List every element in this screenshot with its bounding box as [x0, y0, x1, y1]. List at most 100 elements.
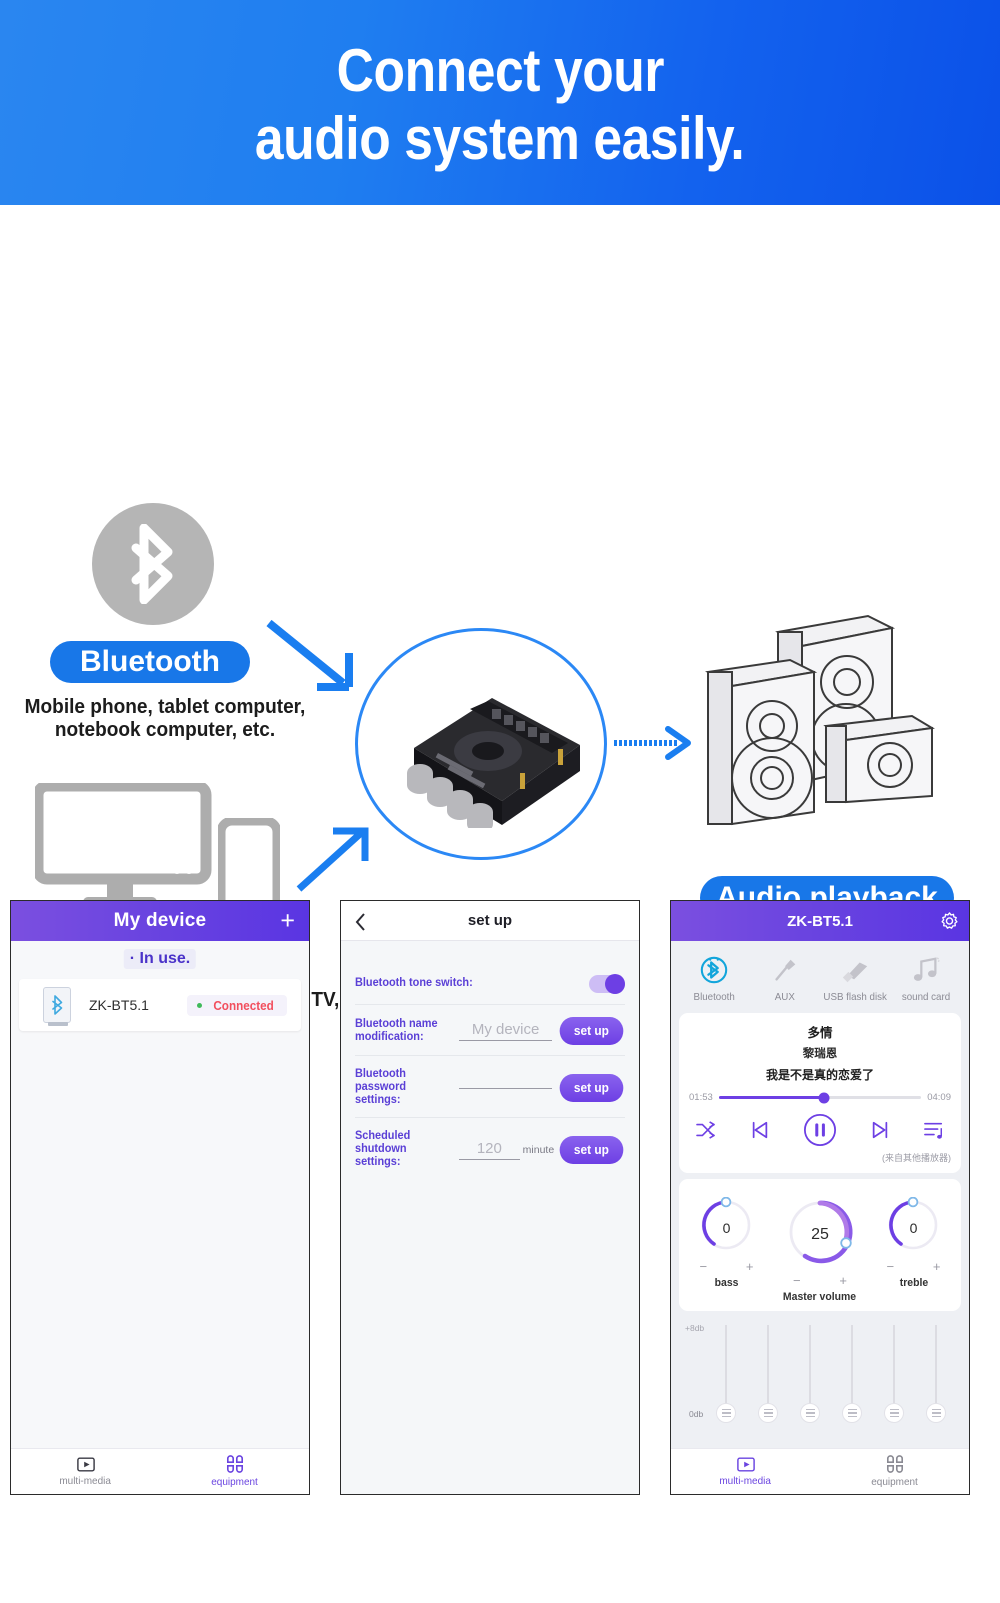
shutdown-unit-label: minute: [522, 1143, 555, 1156]
knob-bass-minus[interactable]: −: [699, 1259, 707, 1274]
setting-row-password: Bluetooth password settings: set up: [355, 1056, 625, 1118]
bluetooth-password-input[interactable]: [459, 1086, 553, 1089]
progress-row: 01:53 04:09: [689, 1092, 951, 1103]
usb-drive-icon: [843, 962, 868, 983]
knob-master-volume-dial[interactable]: 25: [785, 1197, 855, 1272]
source-bluetooth[interactable]: Bluetooth: [679, 955, 749, 1003]
knob-bass-value: 0: [722, 1219, 731, 1236]
page-title: My device: [113, 910, 207, 931]
grid-icon: [886, 1455, 903, 1473]
bluetooth-badge: Bluetooth: [50, 641, 250, 683]
equalizer-band-handle[interactable]: [926, 1403, 946, 1423]
equalizer-band[interactable]: [758, 1325, 778, 1423]
progress-slider[interactable]: [718, 1092, 922, 1103]
knob-treble[interactable]: 0 − + treble: [885, 1196, 941, 1289]
player-header: ZK-BT5.1: [671, 901, 969, 941]
next-icon[interactable]: [870, 1120, 890, 1140]
hero-banner: Connect your audio system easily.: [0, 0, 1000, 205]
in-use-section-label: · In use.: [123, 949, 197, 969]
equalizer-band[interactable]: [842, 1325, 862, 1423]
nav-label-equipment: equipment: [211, 1476, 258, 1488]
equalizer-bands: [683, 1325, 957, 1423]
setting-label-name-modification: Bluetooth name modification:: [355, 1018, 438, 1043]
knob-master-volume-minus[interactable]: −: [793, 1273, 801, 1288]
arrow-board-to-speakers-icon: [614, 726, 691, 760]
settings-list: Bluetooth tone switch: Bluetooth name mo…: [341, 941, 639, 1494]
source-sound-card[interactable]: sound card: [891, 955, 961, 1003]
equalizer-band[interactable]: [800, 1325, 820, 1423]
playlist-icon[interactable]: [923, 1120, 945, 1140]
setting-row-tone-switch: Bluetooth tone switch:: [355, 961, 625, 1005]
bluetooth-name-input[interactable]: My device: [459, 1021, 553, 1041]
device-name: ZK-BT5.1: [89, 997, 149, 1013]
set-up-password-button[interactable]: set up: [559, 1073, 624, 1102]
equalizer-band[interactable]: [926, 1325, 946, 1423]
knob-treble-label: treble: [899, 1277, 928, 1289]
source-usb[interactable]: USB flash disk: [820, 955, 890, 1003]
equalizer-band-handle[interactable]: [884, 1403, 904, 1423]
status-dot-icon: [196, 1002, 202, 1008]
equalizer-min-label: 0db: [689, 1409, 704, 1419]
knob-bass-plus[interactable]: +: [746, 1259, 754, 1274]
banner-headline-line1: Connect your: [336, 36, 664, 104]
song-subtitle: 我是不是真的恋爱了: [765, 1068, 874, 1082]
play-box-icon: [736, 1456, 755, 1472]
knob-treble-plus[interactable]: +: [933, 1259, 941, 1274]
nav-item-equipment[interactable]: equipment: [820, 1449, 969, 1494]
equalizer-band-handle[interactable]: [716, 1403, 736, 1423]
arrow-bluetooth-to-board-icon: [266, 619, 353, 691]
pause-icon[interactable]: [803, 1113, 837, 1147]
bluetooth-icon-circle: [92, 503, 214, 625]
knob-master-volume-label: Master volume: [783, 1291, 857, 1303]
nav-item-multi-media[interactable]: multi-media: [11, 1449, 160, 1494]
now-playing-card: 多情 黎瑞恩 我是不是真的恋爱了 01:53 04:09 (来自其他播放器): [679, 1013, 961, 1173]
gear-icon[interactable]: [940, 912, 959, 931]
setting-row-scheduled-shutdown: Scheduled shutdown settings: 120 minute …: [355, 1118, 625, 1179]
equalizer-band-handle[interactable]: [842, 1403, 862, 1423]
phone-screenshot-player: ZK-BT5.1 Bluetooth AUX USB flash disk so…: [670, 900, 970, 1495]
device-thumbnail: [43, 987, 71, 1026]
equalizer-band-track: [893, 1325, 895, 1405]
shuffle-icon[interactable]: [695, 1121, 717, 1139]
speakers-icon: [705, 614, 935, 826]
nav-item-multi-media[interactable]: multi-media: [671, 1449, 820, 1494]
knob-bass[interactable]: 0 − + bass: [698, 1196, 754, 1289]
set-up-name-button[interactable]: set up: [559, 1017, 624, 1045]
nav-item-equipment[interactable]: equipment: [160, 1449, 309, 1494]
tone-knobs-card: 0 − + bass 25 − + Master volume 0 − + tr…: [679, 1179, 961, 1311]
bluetooth-tone-toggle[interactable]: [589, 973, 625, 994]
equalizer-band[interactable]: [884, 1325, 904, 1423]
monitor-icon: [35, 783, 212, 908]
chevron-left-icon[interactable]: [355, 913, 366, 931]
source-label-bluetooth: Bluetooth: [693, 991, 735, 1003]
aux-jack-icon: [775, 959, 796, 981]
knob-bass-dial[interactable]: 0: [698, 1196, 754, 1258]
equalizer-band-track: [851, 1325, 853, 1405]
shutdown-minutes-input[interactable]: 120: [459, 1140, 520, 1160]
connection-diagram: Bluetooth Mobile phone, tablet computer,…: [0, 205, 1000, 1034]
equalizer-band-track: [767, 1325, 769, 1405]
equalizer-band-handle[interactable]: [800, 1403, 820, 1423]
player-source-note: (来自其他播放器): [882, 1153, 951, 1163]
source-aux[interactable]: AUX: [750, 955, 820, 1003]
phone-screenshot-my-device: My device + · In use. ZK-BT5.1 Connected…: [10, 900, 310, 1495]
equalizer-band[interactable]: [716, 1325, 736, 1423]
equalizer-band-track: [809, 1325, 811, 1405]
amplifier-board-image: [407, 698, 580, 828]
knob-treble-minus[interactable]: −: [886, 1259, 894, 1274]
grid-icon: [226, 1455, 243, 1473]
device-list-item[interactable]: ZK-BT5.1 Connected: [19, 979, 301, 1031]
knob-treble-dial[interactable]: 0: [885, 1196, 941, 1258]
setting-label-tone-switch: Bluetooth tone switch:: [355, 977, 473, 989]
knob-bass-adjust: − +: [699, 1259, 753, 1274]
equalizer-band-handle[interactable]: [758, 1403, 778, 1423]
knob-master-volume[interactable]: 25 − + Master volume: [781, 1197, 858, 1303]
knob-master-volume-plus[interactable]: +: [839, 1273, 847, 1288]
progress-knob[interactable]: [818, 1092, 830, 1103]
knob-master-volume-adjust: − +: [793, 1273, 847, 1288]
equalizer-band-track: [935, 1325, 937, 1405]
set-up-shutdown-button[interactable]: set up: [559, 1135, 624, 1164]
add-device-button[interactable]: +: [280, 908, 295, 934]
song-artist: 黎瑞恩: [802, 1048, 838, 1060]
previous-icon[interactable]: [750, 1120, 770, 1140]
